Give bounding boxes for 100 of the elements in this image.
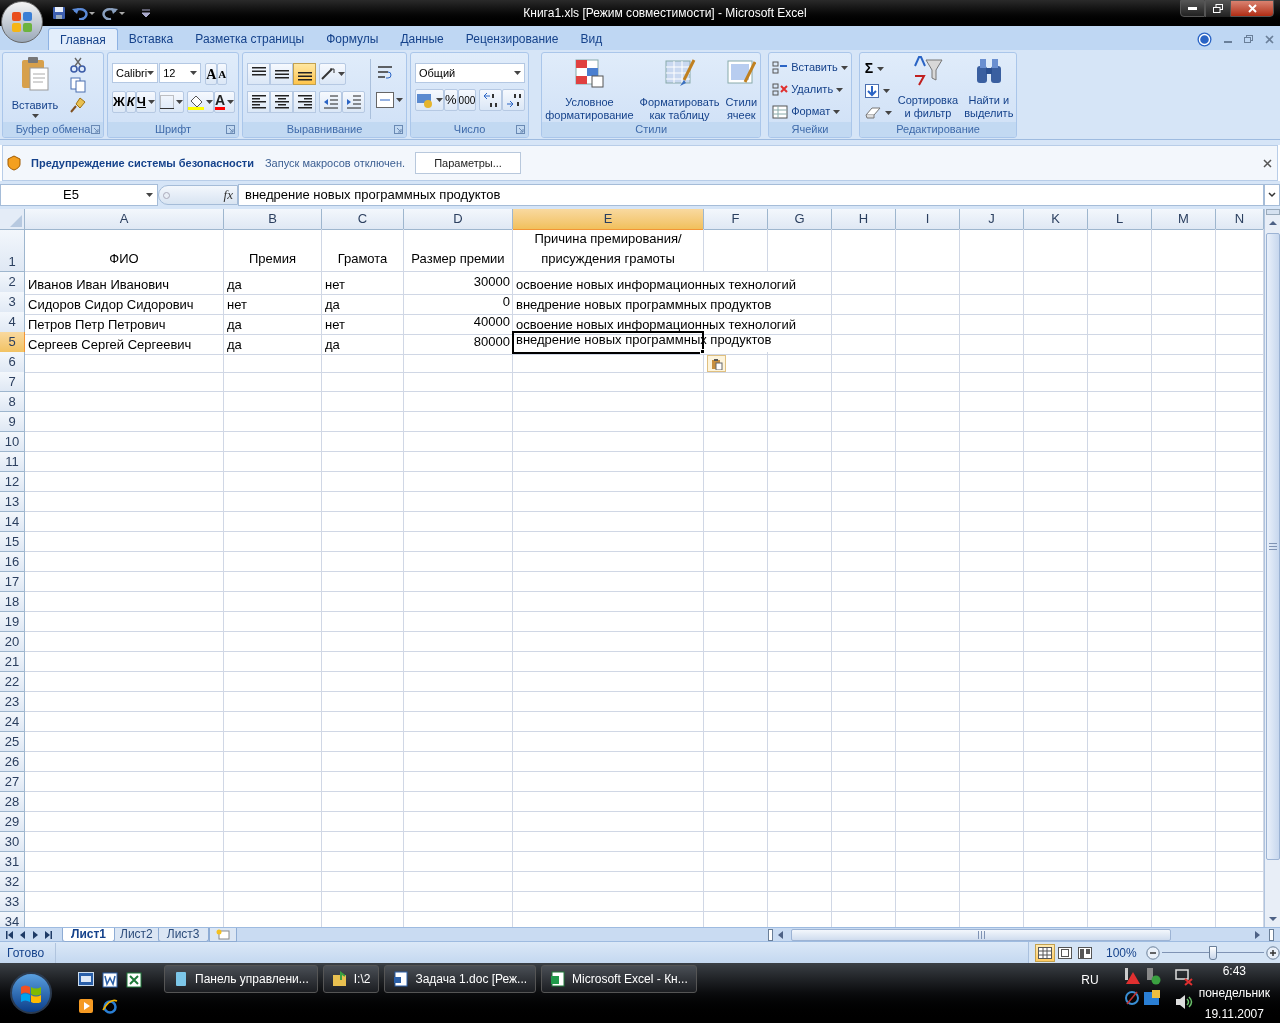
table-cell[interactable]: Причина премирования/ присуждения грамоты: [513, 229, 704, 272]
row-header[interactable]: 3: [0, 292, 25, 315]
column-header[interactable]: G: [768, 209, 832, 230]
table-cell[interactable]: нет: [224, 292, 322, 315]
find-select-button[interactable]: Найти и выделить: [964, 56, 1014, 122]
dialog-launcher-icon[interactable]: [394, 125, 403, 134]
column-header[interactable]: C: [322, 209, 404, 230]
table-cell[interactable]: да: [224, 332, 322, 355]
help-icon[interactable]: [1197, 31, 1212, 47]
row-header[interactable]: 26: [0, 752, 25, 772]
ribbon-tab[interactable]: Данные: [389, 28, 455, 50]
row-header[interactable]: 31: [0, 852, 25, 872]
media-player-icon[interactable]: [78, 998, 94, 1014]
row-header[interactable]: 8: [0, 392, 25, 412]
sort-filter-button[interactable]: Сортировка и фильтр: [897, 56, 959, 122]
table-cell[interactable]: да: [322, 292, 404, 315]
table-cell[interactable]: внедрение новых программных продуктов: [513, 292, 832, 315]
cells-menu-button[interactable]: Формат: [772, 102, 848, 121]
sheet-tab[interactable]: Лист1: [62, 927, 116, 942]
table-cell[interactable]: да: [224, 272, 322, 295]
row-header[interactable]: 19: [0, 612, 25, 632]
row-header[interactable]: 21: [0, 652, 25, 672]
restore-icon[interactable]: [1244, 35, 1253, 43]
close-button[interactable]: [1230, 0, 1274, 17]
row-header[interactable]: 4: [0, 312, 25, 335]
table-cell[interactable]: освоение новых информационных технологий: [513, 312, 832, 335]
align-top-button[interactable]: [247, 63, 270, 85]
zoom-slider-track[interactable]: [1162, 944, 1264, 961]
customize-toolbar-icon[interactable]: [142, 9, 150, 17]
paste-button[interactable]: Вставить: [6, 56, 64, 122]
row-header[interactable]: 2: [0, 272, 25, 295]
align-left-button[interactable]: [247, 91, 270, 113]
dialog-launcher-icon[interactable]: [91, 125, 100, 134]
row-header[interactable]: 34: [0, 912, 25, 927]
format-painter-icon[interactable]: [70, 97, 86, 113]
row-header[interactable]: 24: [0, 712, 25, 732]
copy-icon[interactable]: [70, 77, 86, 93]
word-icon[interactable]: [102, 972, 118, 988]
row-header[interactable]: 33: [0, 892, 25, 912]
align-middle-button[interactable]: [270, 63, 293, 85]
table-cell[interactable]: Премия: [224, 229, 322, 272]
paste-options-button[interactable]: [707, 355, 726, 372]
align-right-button[interactable]: [293, 91, 316, 113]
table-cell[interactable]: Иванов Иван Иванович: [25, 272, 224, 295]
currency-format-button[interactable]: [415, 89, 444, 111]
expand-formula-button[interactable]: [1264, 184, 1280, 206]
row-header[interactable]: 23: [0, 692, 25, 712]
row-header[interactable]: 9: [0, 412, 25, 432]
thousands-separator-button[interactable]: 000: [457, 89, 477, 111]
vertical-scroll-thumb[interactable]: [1265, 233, 1280, 860]
column-header[interactable]: M: [1152, 209, 1216, 230]
row-header[interactable]: 1: [0, 229, 25, 272]
table-cell[interactable]: да: [322, 332, 404, 355]
column-header[interactable]: K: [1024, 209, 1088, 230]
taskbar-button[interactable]: I:\2: [322, 965, 380, 993]
autosum-button[interactable]: Σ: [864, 59, 892, 78]
warning-tray-icon[interactable]: [1122, 967, 1141, 985]
sheet-tab[interactable]: Лист3: [157, 927, 209, 942]
fill-button[interactable]: [864, 81, 892, 100]
network-tray-icon[interactable]: [1122, 989, 1141, 1007]
formula-input-field[interactable]: внедрение новых программных продуктов: [238, 184, 1264, 206]
row-header[interactable]: 12: [0, 472, 25, 492]
row-header[interactable]: 29: [0, 812, 25, 832]
table-cell[interactable]: 80000: [404, 332, 513, 355]
align-center-button[interactable]: [270, 91, 293, 113]
options-button[interactable]: Параметры...: [415, 152, 522, 174]
styles-button[interactable]: Условное форматирование: [545, 58, 634, 122]
display-disconnected-icon[interactable]: [1174, 968, 1193, 986]
fill-handle[interactable]: [700, 348, 705, 354]
speaker-icon[interactable]: [1174, 994, 1193, 1010]
table-cell[interactable]: Грамота: [322, 229, 404, 272]
ribbon-tab[interactable]: Вставка: [117, 28, 185, 50]
row-header[interactable]: 25: [0, 732, 25, 752]
row-header[interactable]: 22: [0, 672, 25, 692]
browser-icon[interactable]: [102, 998, 118, 1014]
name-box[interactable]: E5: [0, 184, 158, 206]
dialog-launcher-icon[interactable]: [516, 125, 526, 134]
column-header[interactable]: A: [25, 209, 224, 230]
table-cell[interactable]: Сергеев Сергей Сергеевич: [25, 332, 224, 355]
dialog-launcher-icon[interactable]: [226, 125, 235, 134]
ribbon-tab[interactable]: Главная: [48, 28, 118, 50]
start-button[interactable]: [10, 972, 52, 1014]
table-cell[interactable]: освоение новых информационных технологий: [513, 272, 832, 295]
table-cell[interactable]: Сидоров Сидор Сидорович: [25, 292, 224, 315]
align-bottom-button[interactable]: [293, 63, 316, 85]
close-icon[interactable]: [1263, 158, 1272, 168]
table-cell[interactable]: 40000: [404, 312, 513, 335]
taskbar-button[interactable]: Задача 1.doc [Реж...: [384, 965, 537, 993]
cells-menu-button[interactable]: Удалить: [772, 80, 848, 99]
fill-color-button[interactable]: [186, 91, 214, 113]
clock-time[interactable]: 6:43: [1222, 964, 1246, 978]
horizontal-scroll-thumb[interactable]: [791, 928, 1171, 941]
round-handle-icon[interactable]: [163, 191, 170, 199]
select-all-button[interactable]: [0, 209, 25, 230]
column-header[interactable]: F: [704, 209, 768, 230]
bold-button[interactable]: Ж: [112, 91, 126, 113]
ribbon-tab[interactable]: Вид: [569, 28, 614, 50]
zoom-in-icon[interactable]: [1266, 945, 1280, 960]
row-header[interactable]: 10: [0, 432, 25, 452]
table-cell[interactable]: нет: [322, 312, 404, 335]
